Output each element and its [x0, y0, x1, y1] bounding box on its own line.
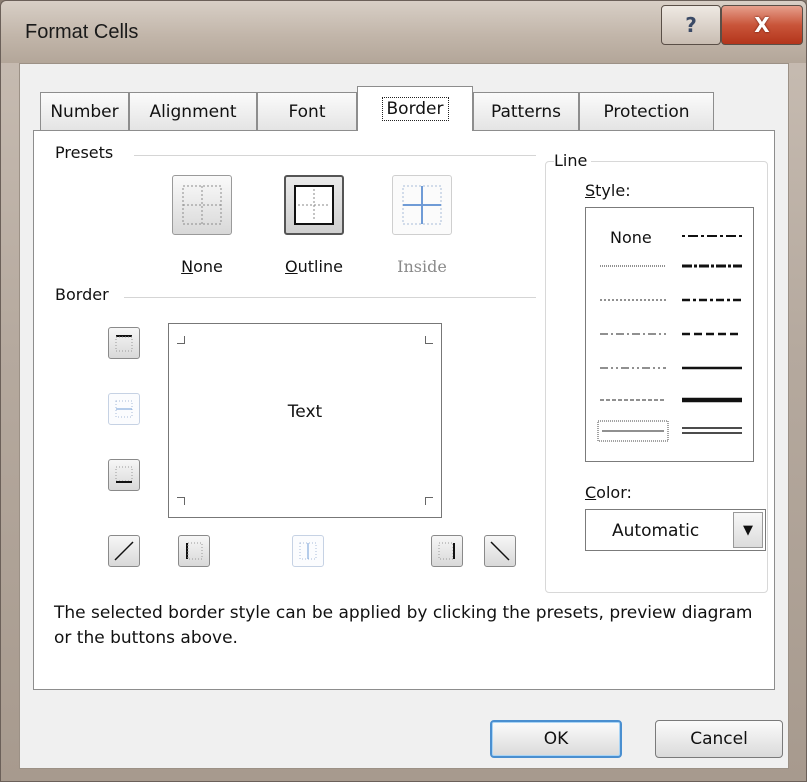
border-diagonal-down-button[interactable] — [484, 535, 516, 567]
border-tab-panel: Presets None Outline Inside Border Text … — [33, 130, 775, 690]
chevron-down-icon: ▼ — [743, 522, 753, 538]
label-rest: one — [193, 257, 223, 276]
border-group-label: Border — [55, 285, 113, 304]
border-right-button[interactable] — [431, 535, 463, 567]
diagonal-up-icon — [114, 541, 134, 561]
border-hint-text: The selected border style can be applied… — [54, 603, 753, 648]
tab-patterns[interactable]: Patterns — [473, 92, 579, 130]
tab-label: Border — [381, 97, 449, 121]
tab-label: Number — [50, 101, 119, 122]
tab-label: Patterns — [490, 101, 562, 122]
preset-inside-button[interactable] — [392, 175, 452, 235]
preset-none-icon — [182, 185, 222, 225]
border-left-icon — [186, 542, 203, 560]
line-style-swatches — [597, 235, 742, 442]
presets-divider — [134, 155, 536, 156]
ok-button-label: OK — [543, 729, 569, 749]
preview-corner-mark — [177, 336, 185, 344]
border-inside-vertical-icon — [299, 542, 317, 560]
preset-none-button[interactable] — [172, 175, 232, 235]
preview-corner-mark — [425, 497, 433, 505]
style-label: Style: — [585, 181, 635, 200]
line-style-list[interactable]: None — [585, 207, 754, 462]
preset-inside-icon — [402, 185, 442, 225]
border-inside-vertical-button[interactable] — [292, 535, 324, 567]
line-style-left-column — [597, 265, 669, 442]
help-button[interactable]: ? — [661, 5, 721, 45]
preset-inside-label: Inside — [397, 257, 447, 276]
preset-outline-icon — [294, 185, 334, 225]
dialog-client-area: Number Alignment Font Border Patterns Pr… — [19, 63, 789, 769]
tab-label: Font — [288, 101, 326, 122]
tab-alignment[interactable]: Alignment — [129, 92, 257, 130]
line-group-label: Line — [554, 151, 592, 170]
help-icon: ? — [685, 13, 697, 37]
format-cells-dialog: Format Cells ? X Number Alignment Font B… — [0, 0, 807, 782]
diagonal-down-icon — [490, 541, 510, 561]
border-bottom-icon — [115, 466, 133, 483]
border-right-icon — [438, 542, 455, 560]
border-preview-area[interactable]: Text — [168, 323, 442, 518]
color-dropdown-button[interactable]: ▼ — [733, 512, 763, 548]
label-rest: utline — [297, 257, 343, 276]
border-top-button[interactable] — [108, 327, 140, 359]
cancel-button[interactable]: Cancel — [655, 720, 783, 758]
preset-outline-button[interactable] — [284, 175, 344, 235]
tab-label: Alignment — [149, 101, 237, 122]
preview-corner-mark — [177, 497, 185, 505]
title-bar[interactable]: Format Cells ? X — [1, 1, 806, 63]
preview-text: Text — [287, 402, 323, 422]
border-inside-horizontal-button[interactable] — [108, 393, 140, 425]
label-rest: tyle: — [595, 181, 631, 200]
presets-group-label: Presets — [55, 143, 118, 162]
tab-border[interactable]: Border — [357, 86, 473, 131]
ok-button[interactable]: OK — [490, 720, 622, 758]
tab-number[interactable]: Number — [40, 92, 129, 130]
border-bottom-button[interactable] — [108, 459, 140, 491]
color-dropdown-value: Automatic — [612, 521, 700, 541]
tab-font[interactable]: Font — [257, 92, 357, 130]
color-dropdown[interactable]: Automatic ▼ — [585, 509, 766, 551]
mnemonic-letter: S — [585, 181, 596, 200]
line-style-right-column — [682, 235, 742, 434]
border-top-icon — [115, 335, 133, 352]
preset-outline-label: Outline — [269, 257, 359, 276]
label-rest: olor: — [596, 483, 632, 502]
preset-none-label: None — [157, 257, 247, 276]
border-diagonal-up-button[interactable] — [108, 535, 140, 567]
mnemonic-letter: O — [285, 257, 298, 276]
mnemonic-letter: C — [585, 483, 597, 502]
mnemonic-letter: N — [181, 257, 194, 276]
border-inside-horizontal-icon — [115, 400, 133, 418]
cancel-button-label: Cancel — [690, 729, 748, 749]
close-button[interactable]: X — [721, 5, 803, 45]
color-label: Color: — [585, 483, 636, 502]
close-icon: X — [754, 13, 770, 37]
tab-protection[interactable]: Protection — [579, 92, 714, 130]
border-left-button[interactable] — [178, 535, 210, 567]
dialog-title: Format Cells — [25, 21, 139, 43]
preview-corner-mark — [425, 336, 433, 344]
tab-label: Protection — [603, 101, 690, 122]
border-divider — [124, 297, 536, 298]
